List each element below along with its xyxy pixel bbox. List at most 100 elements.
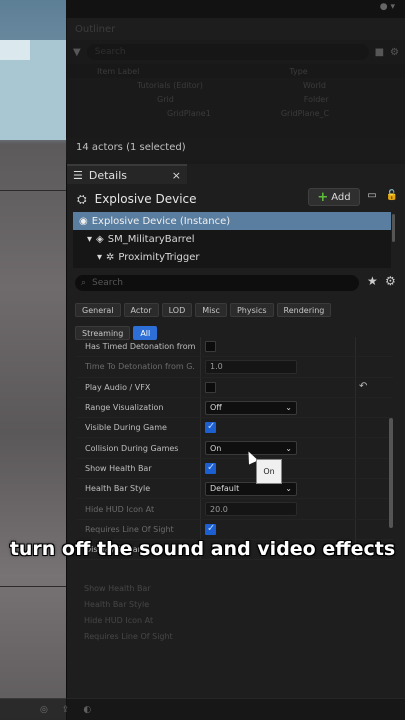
details-scrollbar[interactable] xyxy=(389,418,393,528)
filter-misc[interactable]: Misc xyxy=(195,303,227,317)
show-health-bar-checkbox[interactable] xyxy=(205,462,216,474)
status-item[interactable]: ⇪ xyxy=(62,705,70,715)
reset-arrow-icon[interactable]: ↶ xyxy=(359,381,367,392)
outliner-row-label[interactable]: GridPlane1 xyxy=(167,109,211,118)
outliner-row-type: World xyxy=(303,80,326,90)
faded-property-rows: Show Health Bar Health Bar Style Hide HU… xyxy=(76,580,396,644)
viewport-horizon-line xyxy=(0,190,66,191)
property-label: Collision During Games xyxy=(85,443,179,453)
account-menu[interactable]: ● ▾ xyxy=(380,2,395,12)
video-caption: turn off the sound and video effects xyxy=(9,538,396,560)
visible-during-game-checkbox[interactable] xyxy=(205,421,216,434)
dropdown-value: On xyxy=(210,443,222,453)
property-row: Range Visualization Off ⌄ xyxy=(77,397,393,419)
outliner-tab-label: Outliner xyxy=(75,23,116,35)
property-row: Health Bar Style Default ⌄ xyxy=(77,479,393,500)
dropdown-value: Default xyxy=(210,484,240,494)
outliner-row-label[interactable]: Grid xyxy=(157,95,174,104)
range-visualization-dropdown[interactable]: Off ⌄ xyxy=(205,400,297,415)
tree-scrollbar[interactable] xyxy=(392,214,395,242)
property-list: Has Timed Detonation from... Time To Det… xyxy=(77,337,393,561)
outliner-row-label[interactable]: Tutorials (Editor) xyxy=(137,81,203,90)
tree-item[interactable]: ◉ Explosive Device (Instance) xyxy=(73,212,391,230)
faded-row: Requires Line Of Sight xyxy=(84,631,173,641)
level-viewport[interactable] xyxy=(0,0,66,720)
plus-icon: + xyxy=(317,189,329,205)
property-row: Has Timed Detonation from... xyxy=(77,337,393,358)
top-bar: ● ▾ xyxy=(66,0,405,18)
filter-general[interactable]: General xyxy=(75,303,121,317)
filter-rendering[interactable]: Rendering xyxy=(276,303,332,317)
star-icon[interactable]: ★ xyxy=(367,274,378,288)
property-row: Play Audio / VFX ↶ xyxy=(77,377,393,398)
property-row: Collision During Games On ⌄ xyxy=(77,438,393,459)
filter-actor[interactable]: Actor xyxy=(123,303,159,317)
property-label: Hide HUD Icon At xyxy=(85,504,155,514)
faded-row: Health Bar Style xyxy=(84,599,150,609)
property-row: Time To Detonation from G... 1.0 xyxy=(77,357,393,378)
faded-row: Show Health Bar xyxy=(84,583,151,593)
property-row: Show Health Bar xyxy=(77,458,393,480)
filter-physics[interactable]: Physics xyxy=(229,303,274,317)
outliner-search-input[interactable]: Search xyxy=(86,44,369,60)
tree-item-label: Explosive Device (Instance) xyxy=(91,215,231,227)
dropdown-value: Off xyxy=(210,403,222,413)
chevron-down-icon[interactable]: ▾ xyxy=(87,234,92,245)
col-item-label[interactable]: Item Label xyxy=(97,67,139,76)
settings-icon[interactable]: ⚙ xyxy=(390,47,399,58)
status-item[interactable]: ◎ xyxy=(40,705,48,715)
chevron-down-icon[interactable]: ▾ xyxy=(97,252,102,263)
actor-count: 14 actors (1 selected) xyxy=(66,138,405,158)
property-label: Has Timed Detonation from... xyxy=(85,342,195,352)
status-bar: ◎ ⇪ ◐ xyxy=(0,698,405,720)
details-tab-label: Details xyxy=(88,168,128,182)
property-label: Requires Line Of Sight xyxy=(85,524,174,534)
property-row: Hide HUD Icon At 20.0 xyxy=(77,499,393,520)
property-label: Health Bar Style xyxy=(85,484,151,494)
property-label: Time To Detonation from G... xyxy=(85,362,195,372)
details-tab[interactable]: ☰ Details × xyxy=(67,164,187,184)
property-label: Visible During Game xyxy=(85,423,167,433)
search-icon: ⌕ xyxy=(81,278,87,288)
outliner-tab[interactable]: Outliner xyxy=(67,18,405,40)
faded-row: Hide HUD Icon At xyxy=(84,615,154,625)
details-search-input[interactable]: ⌕ Search xyxy=(75,275,359,291)
actor-instance-icon: ◉ xyxy=(79,215,88,227)
line-of-sight-checkbox[interactable] xyxy=(205,523,216,535)
health-bar-style-dropdown[interactable]: Default ⌄ xyxy=(205,481,297,496)
property-row: Visible During Game xyxy=(77,418,393,439)
tree-item-label: ProximityTrigger xyxy=(118,251,200,263)
col-type[interactable]: Type xyxy=(289,67,307,76)
component-tree: ◉ Explosive Device (Instance) ▾ ◈ SM_Mil… xyxy=(73,212,391,268)
details-icon: ☰ xyxy=(73,168,83,182)
lock-icon[interactable]: 🔓 xyxy=(384,190,400,204)
outliner-row-type: GridPlane_C xyxy=(280,108,330,118)
status-item[interactable]: ◐ xyxy=(83,705,91,715)
timed-detonation-checkbox[interactable] xyxy=(205,341,216,353)
filter-lod[interactable]: LOD xyxy=(161,303,193,317)
property-label: Play Audio / VFX xyxy=(85,382,151,392)
hide-hud-icon-field[interactable]: 20.0 xyxy=(205,502,297,517)
static-mesh-icon: ◈ xyxy=(96,233,104,245)
chevron-down-icon: ⌄ xyxy=(285,403,292,413)
tree-item[interactable]: ▾ ✲ ProximityTrigger xyxy=(73,248,391,266)
blueprint-icon[interactable]: ▭ xyxy=(364,190,380,204)
property-row: Requires Line Of Sight xyxy=(77,519,393,540)
object-name: Explosive Device xyxy=(94,192,197,206)
actor-icon: ⛭ xyxy=(77,191,87,206)
filter-icon[interactable]: ▼ xyxy=(73,47,81,58)
property-label: Range Visualization xyxy=(85,403,164,413)
gear-icon[interactable]: ⚙ xyxy=(385,274,396,288)
play-audio-vfx-checkbox[interactable] xyxy=(205,381,216,393)
dropdown-tooltip: On xyxy=(256,459,282,484)
viewport-highlight xyxy=(0,40,30,60)
trigger-icon: ✲ xyxy=(106,251,115,263)
add-component-button[interactable]: + Add xyxy=(308,188,360,206)
close-icon[interactable]: × xyxy=(172,169,181,182)
tree-item[interactable]: ▾ ◈ SM_MilitaryBarrel xyxy=(73,230,391,248)
chevron-down-icon: ⌄ xyxy=(285,484,292,494)
detonation-time-field[interactable]: 1.0 xyxy=(205,359,297,374)
folder-icon[interactable]: ■ xyxy=(375,47,384,58)
search-placeholder: Search xyxy=(92,278,123,288)
chevron-down-icon: ⌄ xyxy=(285,443,292,453)
